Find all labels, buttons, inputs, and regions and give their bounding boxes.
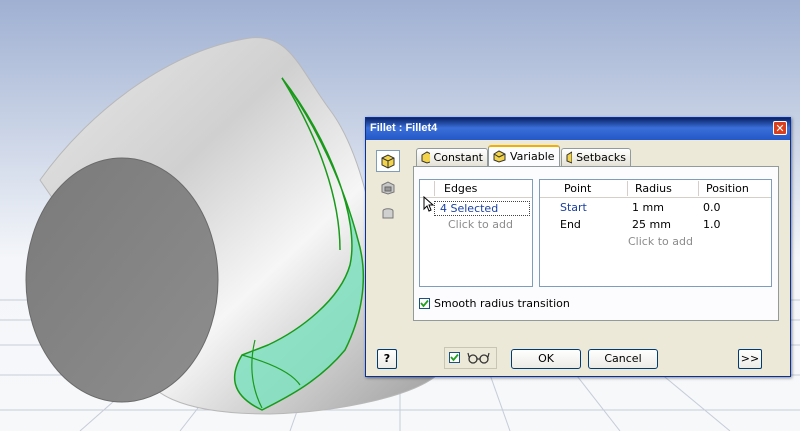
more-options-button[interactable]: >> [738, 349, 762, 369]
col-position: Position [706, 182, 749, 195]
position-cell[interactable]: 1.0 [703, 218, 721, 231]
col-point: Point [564, 182, 592, 195]
variable-tab-panel: Edges 4 Selected Click to add Point Radi… [413, 166, 779, 321]
tab-setbacks-label: Setbacks [576, 151, 626, 164]
edge-fillet-icon [381, 154, 395, 169]
checkmark-icon [420, 299, 429, 308]
tab-variable[interactable]: Variable [488, 145, 560, 166]
point-cell: End [560, 218, 581, 231]
ok-button[interactable]: OK [511, 349, 581, 369]
face-fillet-button[interactable] [376, 176, 400, 198]
close-button[interactable]: ✕ [773, 121, 787, 135]
smooth-radius-checkbox[interactable] [419, 298, 430, 309]
points-header: Point Radius Position [540, 180, 771, 198]
tab-constant[interactable]: Constant [416, 148, 488, 166]
tab-setbacks[interactable]: Setbacks [561, 148, 631, 166]
variable-fillet-icon [493, 150, 506, 163]
tab-variable-label: Variable [510, 150, 555, 163]
help-button[interactable]: ? [377, 349, 397, 369]
points-table[interactable]: Point Radius Position Start 1 mm 0.0 End… [539, 179, 772, 287]
pipe-end-face[interactable] [25, 157, 219, 403]
mouse-cursor-icon [423, 196, 435, 212]
point-cell: Start [560, 201, 587, 214]
radius-cell[interactable]: 25 mm [632, 218, 671, 231]
cancel-button[interactable]: Cancel [588, 349, 658, 369]
smooth-radius-label[interactable]: Smooth radius transition [434, 297, 570, 310]
points-click-to-add[interactable]: Click to add [628, 235, 693, 248]
position-cell[interactable]: 0.0 [703, 201, 721, 214]
face-fillet-icon [381, 181, 395, 195]
dialog-title-bar[interactable]: Fillet : Fillet4 ✕ [366, 118, 790, 140]
checkmark-icon [450, 353, 459, 362]
edges-header: Edges [420, 180, 532, 198]
constant-fillet-icon [421, 151, 430, 164]
dialog-title: Fillet : Fillet4 [370, 122, 438, 134]
radius-cell[interactable]: 1 mm [632, 201, 664, 214]
edges-list[interactable]: Edges 4 Selected Click to add [419, 179, 533, 287]
preview-glasses-icon [467, 352, 490, 364]
preview-checkbox[interactable] [449, 352, 460, 363]
tab-constant-label: Constant [433, 151, 483, 164]
edges-click-to-add[interactable]: Click to add [448, 218, 513, 231]
fillet-dialog: Fillet : Fillet4 ✕ Constant Variable Set… [365, 117, 791, 377]
full-round-fillet-icon [382, 208, 394, 219]
edges-row-selected[interactable]: 4 Selected [434, 201, 530, 216]
full-round-fillet-button[interactable] [376, 202, 400, 224]
col-radius: Radius [635, 182, 672, 195]
edges-header-label: Edges [444, 182, 478, 195]
edge-fillet-button[interactable] [376, 150, 400, 172]
setbacks-icon [566, 151, 573, 164]
preview-toggle-group [444, 347, 497, 369]
